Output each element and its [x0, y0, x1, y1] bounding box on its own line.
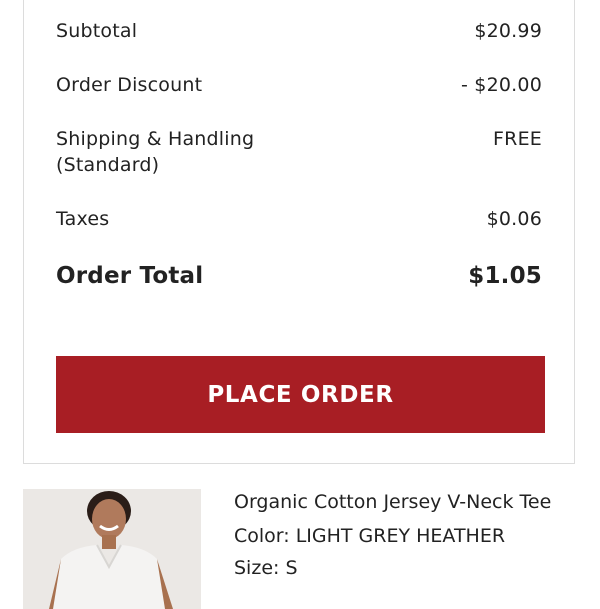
- subtotal-label: Subtotal: [56, 20, 138, 42]
- order-discount-label: Order Discount: [56, 74, 203, 96]
- order-total-label: Order Total: [56, 263, 204, 289]
- order-total-value: $1.05: [468, 263, 542, 289]
- order-summary-card: Subtotal $20.99 Order Discount - $20.00 …: [23, 0, 575, 464]
- shipping-label-line2: (Standard): [56, 154, 160, 176]
- product-color: Color: LIGHT GREY HEATHER: [234, 525, 506, 547]
- subtotal-row: Subtotal $20.99: [56, 18, 542, 44]
- product-name[interactable]: Organic Cotton Jersey V-Neck Tee: [234, 489, 554, 515]
- order-total-row: Order Total $1.05: [56, 262, 542, 290]
- taxes-value: $0.06: [486, 208, 542, 230]
- subtotal-value: $20.99: [474, 20, 542, 42]
- order-discount-value: - $20.00: [461, 74, 542, 96]
- cart-product-item: Organic Cotton Jersey V-Neck Tee Color: …: [23, 489, 583, 609]
- product-photo-illustration: [23, 489, 201, 609]
- product-image[interactable]: [23, 489, 201, 609]
- taxes-label: Taxes: [56, 208, 110, 230]
- shipping-value: FREE: [493, 128, 542, 150]
- place-order-button[interactable]: PLACE ORDER: [56, 356, 545, 433]
- product-info: Organic Cotton Jersey V-Neck Tee Color: …: [234, 489, 554, 581]
- shipping-row: Shipping & Handling (Standard) FREE: [56, 126, 542, 178]
- order-discount-row: Order Discount - $20.00: [56, 72, 542, 98]
- shipping-label-line1: Shipping & Handling: [56, 128, 255, 150]
- product-size: Size: S: [234, 557, 298, 579]
- taxes-row: Taxes $0.06: [56, 206, 542, 232]
- shipping-label: Shipping & Handling (Standard): [56, 126, 254, 178]
